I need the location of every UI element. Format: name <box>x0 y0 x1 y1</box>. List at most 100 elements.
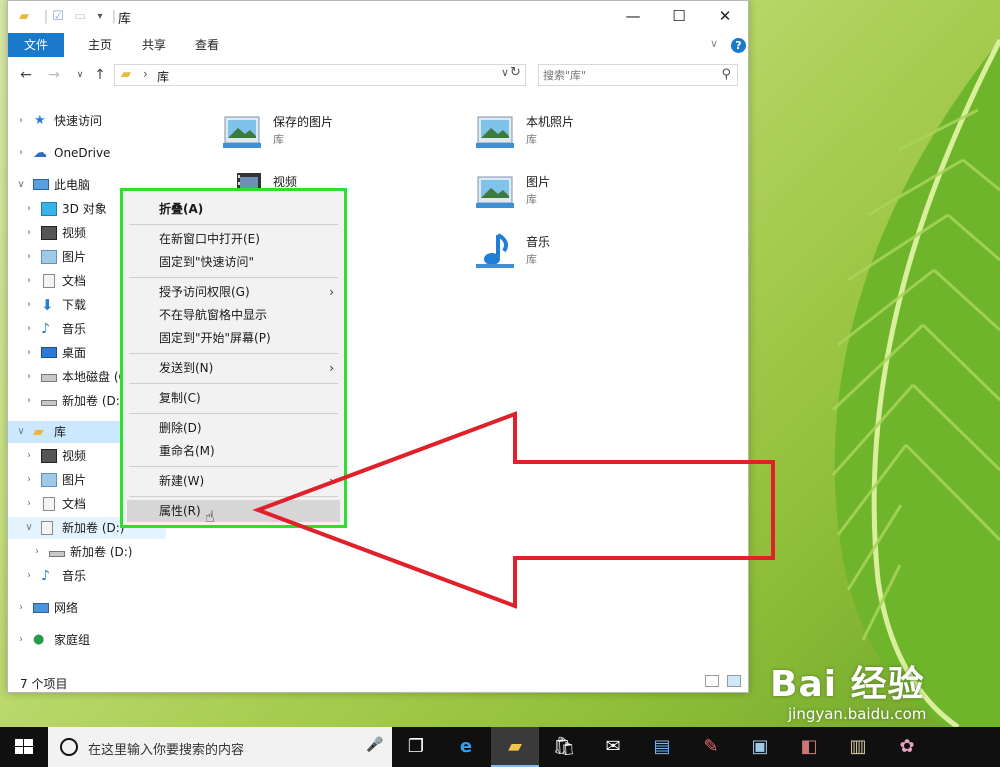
annotation-arrow <box>252 411 775 609</box>
paint-palette-icon[interactable]: ✿ <box>883 727 931 767</box>
chevron-right-icon[interactable]: › <box>24 493 34 515</box>
nav-item-lib-music[interactable]: › ♪ 音乐 <box>8 565 166 587</box>
chevron-down-icon[interactable]: ∨ <box>24 517 34 539</box>
search-box[interactable]: ⚲ <box>538 64 738 86</box>
baidu-watermark: Bai 经验 jingyan.baidu.com <box>770 655 990 727</box>
nav-item-quick-access[interactable]: › ★ 快速访问 <box>8 110 166 132</box>
library-pictures[interactable]: 图片 库 <box>476 169 726 217</box>
search-icon[interactable]: ⚲ <box>721 67 731 82</box>
new-folder-icon[interactable]: ▭ <box>72 9 88 25</box>
menu-item-send-to[interactable]: 发送到(N) › <box>127 357 340 379</box>
remote-desktop-icon[interactable]: ▤ <box>638 727 686 767</box>
menu-item-pin-quick-access[interactable]: 固定到"快速访问" <box>127 251 340 273</box>
refresh-icon[interactable]: ↻ <box>510 65 521 80</box>
tab-share[interactable]: 共享 <box>128 33 180 57</box>
chevron-right-icon[interactable]: › <box>16 597 26 619</box>
chevron-right-icon[interactable]: › <box>24 390 34 412</box>
chevron-right-icon[interactable]: › <box>24 565 34 587</box>
store-icon[interactable]: 🛍 <box>540 727 588 767</box>
watermark-url: jingyan.baidu.com <box>788 705 927 723</box>
nav-item-homegroup[interactable]: › ● 家庭组 <box>8 629 166 651</box>
library-name: 本机照片 <box>526 115 575 129</box>
windows-start-icon[interactable] <box>0 727 48 767</box>
mail-icon[interactable]: ✉ <box>589 727 637 767</box>
picture-library-icon <box>476 176 514 208</box>
help-button[interactable]: ? <box>731 38 746 53</box>
picture-library-icon <box>476 116 514 148</box>
task-view-icon[interactable]: ❐ <box>392 727 440 767</box>
chevron-right-icon[interactable]: › <box>24 445 34 467</box>
microphone-icon[interactable]: 🎤 <box>366 737 383 753</box>
chevron-right-icon[interactable]: › <box>24 198 34 220</box>
recent-locations-icon[interactable]: ∨ <box>70 65 90 85</box>
menu-item-hide-from-nav[interactable]: 不在导航窗格中显示 <box>127 304 340 326</box>
menu-separator <box>129 277 338 278</box>
screenshot-tool-icon[interactable]: ▣ <box>736 727 784 767</box>
desktop-icon <box>41 347 57 358</box>
library-music[interactable]: 音乐 库 <box>476 229 726 277</box>
back-icon[interactable]: ← <box>16 65 36 85</box>
nav-item-new-volume-d-sub[interactable]: › 新加卷 (D:) <box>8 541 166 563</box>
chevron-right-icon[interactable]: › <box>16 629 26 651</box>
address-bar[interactable]: ▰ › 库 ∨ <box>114 64 526 86</box>
taskbar: 在这里输入你要搜索的内容 🎤 ❐ e ▰ 🛍 ✉ ▤ ✎ ▣ ◧ ▥ ✿ <box>0 727 1000 767</box>
properties-icon[interactable]: ☑ <box>50 9 66 25</box>
chevron-right-icon[interactable]: › <box>32 541 42 563</box>
ribbon-tabs: 文件 主页 共享 查看 <box>8 33 748 57</box>
close-button[interactable]: ✕ <box>702 1 748 33</box>
chevron-right-icon[interactable]: › <box>24 469 34 491</box>
cortana-icon[interactable] <box>60 738 78 756</box>
picture-icon <box>41 250 57 264</box>
file-explorer-icon[interactable]: ▰ <box>491 727 539 767</box>
submenu-arrow-icon: › <box>329 361 334 375</box>
chevron-down-icon[interactable]: ∨ <box>16 174 26 196</box>
chevron-right-icon[interactable]: › <box>24 294 34 316</box>
large-icons-view-icon[interactable] <box>727 675 741 687</box>
menu-separator <box>129 383 338 384</box>
tab-file[interactable]: 文件 <box>8 33 64 57</box>
search-input[interactable] <box>543 67 711 83</box>
forward-icon[interactable]: → <box>44 65 64 85</box>
tab-home[interactable]: 主页 <box>74 33 126 57</box>
navigation-bar: ← → ∨ ↑ ▰ › 库 ∨ ↻ ⚲ <box>8 59 748 91</box>
library-camera-roll[interactable]: 本机照片 库 <box>476 109 726 157</box>
chevron-right-icon[interactable]: › <box>24 318 34 340</box>
chevron-right-icon[interactable]: › <box>24 342 34 364</box>
taskbar-search-box[interactable]: 在这里输入你要搜索的内容 🎤 <box>48 727 392 767</box>
nav-item-network[interactable]: › 网络 <box>8 597 166 619</box>
details-view-icon[interactable] <box>705 675 719 687</box>
address-dropdown-icon[interactable]: ∨ <box>501 66 509 79</box>
chevron-down-icon[interactable]: ∨ <box>16 421 26 443</box>
menu-item-copy[interactable]: 复制(C) <box>127 387 340 409</box>
minimize-button[interactable]: — <box>610 1 656 33</box>
library-saved-pictures[interactable]: 保存的图片 库 <box>223 109 473 157</box>
tab-view[interactable]: 查看 <box>181 33 233 57</box>
nav-item-onedrive[interactable]: › ☁ OneDrive <box>8 142 166 164</box>
paint-icon[interactable]: ✎ <box>687 727 735 767</box>
drive-icon <box>41 374 57 382</box>
chevron-right-icon[interactable]: › <box>24 270 34 292</box>
music-library-icon <box>476 233 514 268</box>
menu-item-open-new-window[interactable]: 在新窗口中打开(E) <box>127 228 340 250</box>
edge-browser-icon[interactable]: e <box>442 727 490 767</box>
library-folder-icon: ▰ <box>19 9 29 24</box>
ribbon-expand-icon[interactable]: ∨ <box>710 37 718 50</box>
chevron-right-icon[interactable]: › <box>16 142 26 164</box>
menu-item-collapse[interactable]: 折叠(A) <box>127 198 340 220</box>
menu-item-pin-start[interactable]: 固定到"开始"屏幕(P) <box>127 327 340 349</box>
submenu-arrow-icon: › <box>329 285 334 299</box>
up-icon[interactable]: ↑ <box>90 65 110 85</box>
chevron-right-icon[interactable]: › <box>24 246 34 268</box>
chevron-right-icon[interactable]: › <box>24 366 34 388</box>
watermark-brand: Bai 经验 <box>770 664 925 705</box>
chevron-right-icon[interactable]: › <box>24 222 34 244</box>
library-icon: ▰ <box>33 424 44 440</box>
media-tool-icon[interactable]: ◧ <box>785 727 833 767</box>
maximize-button[interactable]: ☐ <box>656 1 702 33</box>
chevron-right-icon[interactable]: › <box>16 110 26 132</box>
menu-item-give-access[interactable]: 授予访问权限(G) › <box>127 281 340 303</box>
homegroup-icon: ● <box>33 632 45 647</box>
hand-cursor-icon: ☝ <box>205 507 215 526</box>
breadcrumb-library[interactable]: 库 <box>157 68 169 85</box>
app-icon[interactable]: ▥ <box>834 727 882 767</box>
